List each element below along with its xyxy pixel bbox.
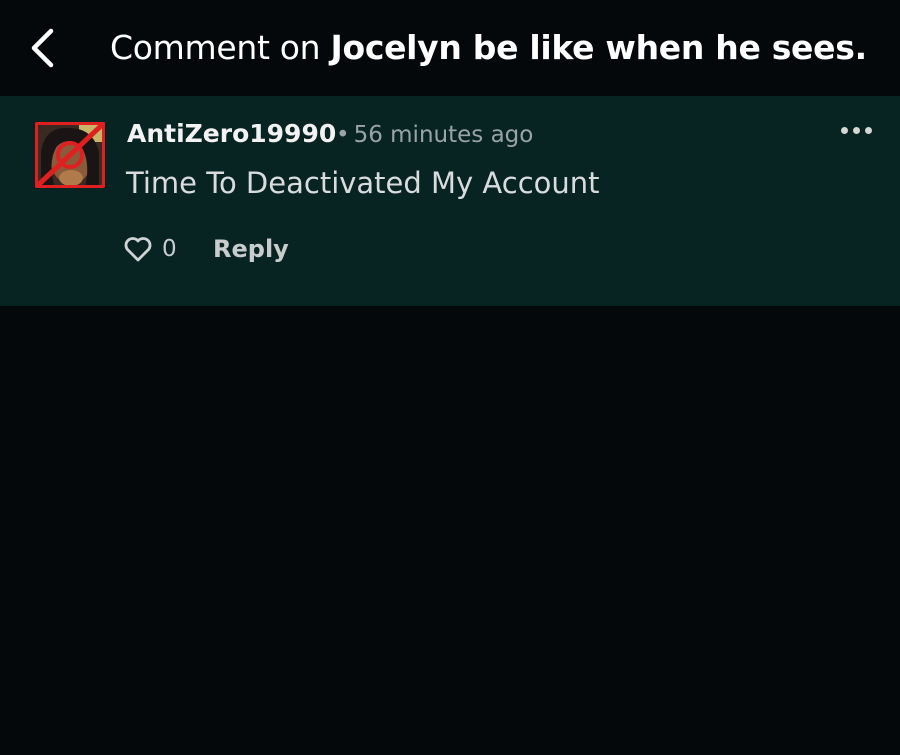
comment-card: AntiZero19990 • 56 minutes ago Time To De… (0, 96, 900, 306)
page-title: Comment on Jocelyn be like when he sees.… (110, 28, 870, 68)
empty-content-area (0, 306, 900, 755)
post-title[interactable]: Jocelyn be like when he sees... (330, 28, 870, 67)
reply-button[interactable]: Reply (213, 232, 289, 266)
avatar[interactable] (35, 122, 105, 188)
like-count: 0 (162, 236, 177, 262)
comment-text: Time To Deactivated My Account (126, 166, 600, 200)
comment-meta: • 56 minutes ago (336, 120, 533, 150)
back-button[interactable] (22, 26, 62, 70)
more-horizontal-icon (852, 126, 860, 134)
comment-timestamp: 56 minutes ago (353, 122, 534, 148)
more-horizontal-icon (840, 126, 848, 134)
like-button[interactable]: 0 (124, 232, 177, 266)
comment-username[interactable]: AntiZero19990 (127, 118, 336, 150)
more-horizontal-icon (864, 126, 872, 134)
meta-separator: • (336, 122, 350, 148)
heart-outline-icon (124, 237, 152, 262)
avatar-image (35, 122, 105, 188)
title-prefix: Comment on (110, 28, 331, 67)
more-options-button[interactable] (834, 118, 878, 142)
chevron-left-icon (31, 28, 54, 68)
header-bar: Comment on Jocelyn be like when he sees.… (0, 0, 900, 95)
